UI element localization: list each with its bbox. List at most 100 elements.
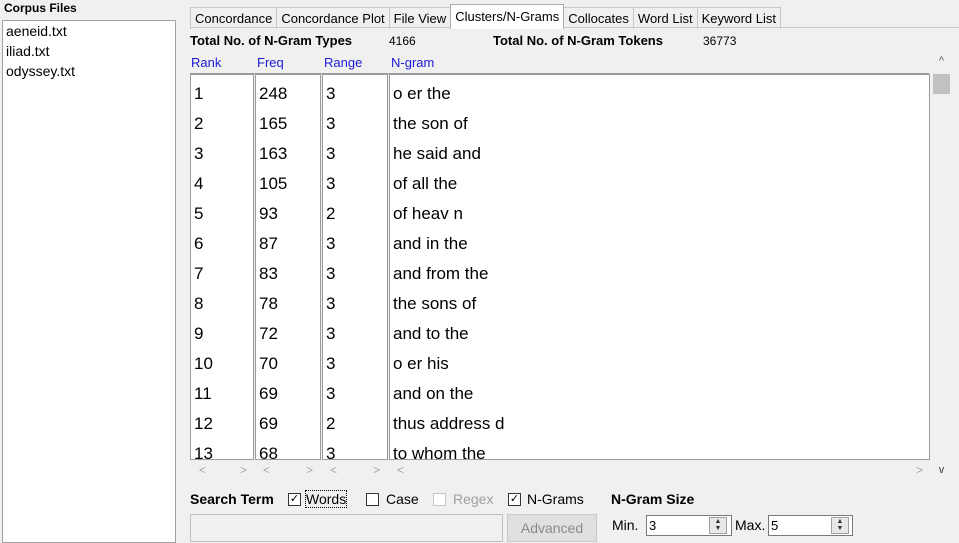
rank-cell[interactable]: 11: [191, 379, 253, 409]
freq-cell[interactable]: 72: [256, 319, 320, 349]
freq-cell[interactable]: 69: [256, 409, 320, 439]
range-cell[interactable]: 3: [323, 139, 387, 169]
tab-keyword-list[interactable]: Keyword List: [696, 7, 781, 29]
rank-cell[interactable]: 9: [191, 319, 253, 349]
ngram-max-spinner[interactable]: ▲ ▼: [831, 517, 849, 534]
ngram-cell[interactable]: and from the: [390, 259, 929, 289]
range-column[interactable]: 3333233333323: [322, 74, 388, 460]
ngram-cell[interactable]: and on the: [390, 379, 929, 409]
range-cell[interactable]: 2: [323, 199, 387, 229]
ngram-cell[interactable]: o er the: [390, 79, 929, 109]
rank-cell[interactable]: 12: [191, 409, 253, 439]
rank-cell[interactable]: 7: [191, 259, 253, 289]
ngram-cell[interactable]: the sons of: [390, 289, 929, 319]
range-cell[interactable]: 2: [323, 409, 387, 439]
freq-cell[interactable]: 78: [256, 289, 320, 319]
range-cell[interactable]: 3: [323, 289, 387, 319]
freq-cell[interactable]: 165: [256, 109, 320, 139]
freq-cell[interactable]: 83: [256, 259, 320, 289]
corpus-file-item[interactable]: aeneid.txt: [3, 21, 175, 41]
spin-up-icon[interactable]: ▲: [710, 518, 726, 525]
rank-scroll-right-icon[interactable]: >: [240, 463, 247, 477]
words-label[interactable]: Words: [304, 490, 348, 508]
ngram-cell[interactable]: he said and: [390, 139, 929, 169]
freq-cell[interactable]: 87: [256, 229, 320, 259]
tab-file-view[interactable]: File View: [388, 7, 452, 29]
range-cell[interactable]: 3: [323, 229, 387, 259]
case-checkbox[interactable]: [366, 493, 379, 506]
tab-word-list[interactable]: Word List: [632, 7, 698, 29]
freq-column[interactable]: 248 165 163 105 93 87 83 78 72 70 69 69 68: [255, 74, 321, 460]
ngram-cell[interactable]: of all the: [390, 169, 929, 199]
regex-checkbox[interactable]: [433, 493, 446, 506]
spin-down-icon[interactable]: ▼: [710, 525, 726, 532]
column-header-ngram[interactable]: N-gram: [391, 55, 434, 70]
range-scroll-left-icon[interactable]: <: [330, 463, 337, 477]
vertical-scrollbar[interactable]: [931, 54, 951, 461]
ngram-column[interactable]: o er the the son of he said and of all the o…: [389, 74, 930, 460]
rank-cell[interactable]: 3: [191, 139, 253, 169]
column-header-freq[interactable]: Freq: [257, 55, 284, 70]
ngram-cell[interactable]: thus address d: [390, 409, 929, 439]
rank-cell[interactable]: 6: [191, 229, 253, 259]
rank-cell[interactable]: 1: [191, 79, 253, 109]
rank-cell[interactable]: 2: [191, 109, 253, 139]
case-label[interactable]: Case: [386, 491, 419, 507]
range-cell[interactable]: 3: [323, 349, 387, 379]
ngram-scroll-right-icon[interactable]: >: [916, 463, 923, 477]
freq-scroll-left-icon[interactable]: <: [263, 463, 270, 477]
search-term-input[interactable]: [190, 514, 503, 542]
ngram-scroll-left-icon[interactable]: <: [397, 463, 404, 477]
column-header-range[interactable]: Range: [324, 55, 362, 70]
ngram-cell[interactable]: the son of: [390, 109, 929, 139]
column-header-rank[interactable]: Rank: [191, 55, 221, 70]
freq-cell[interactable]: 248: [256, 79, 320, 109]
advanced-button[interactable]: Advanced: [507, 514, 597, 542]
ngram-cell[interactable]: and to the: [390, 319, 929, 349]
range-cell[interactable]: 3: [323, 259, 387, 289]
check-icon: ✓: [509, 493, 520, 505]
scroll-down-icon[interactable]: v: [933, 464, 950, 476]
range-cell[interactable]: 3: [323, 379, 387, 409]
ngram-cell[interactable]: of heav n: [390, 199, 929, 229]
freq-cell[interactable]: 68: [256, 439, 320, 459]
corpus-file-item[interactable]: odyssey.txt: [3, 61, 175, 81]
words-checkbox[interactable]: ✓: [288, 493, 301, 506]
rank-column[interactable]: 1 2 3 4 5 6 7 8 9 10 11 12 13: [190, 74, 254, 460]
ngram-cell[interactable]: and in the: [390, 229, 929, 259]
rank-cell[interactable]: 4: [191, 169, 253, 199]
rank-cell[interactable]: 5: [191, 199, 253, 229]
freq-scroll-right-icon[interactable]: >: [306, 463, 313, 477]
ngrams-label[interactable]: N-Grams: [527, 491, 584, 507]
rank-cell[interactable]: 8: [191, 289, 253, 319]
freq-cell[interactable]: 105: [256, 169, 320, 199]
spin-up-icon[interactable]: ▲: [832, 518, 848, 525]
ngram-tokens-value: 36773: [703, 34, 737, 48]
ngram-cell[interactable]: to whom the: [390, 439, 929, 459]
ngrams-checkbox[interactable]: ✓: [508, 493, 521, 506]
freq-cell[interactable]: 70: [256, 349, 320, 379]
corpus-file-list[interactable]: aeneid.txt iliad.txt odyssey.txt: [2, 20, 176, 543]
rank-cell[interactable]: 10: [191, 349, 253, 379]
range-cell[interactable]: 3: [323, 79, 387, 109]
rank-scroll-left-icon[interactable]: <: [199, 463, 206, 477]
tab-concordance-plot[interactable]: Concordance Plot: [276, 7, 390, 29]
ngram-cell[interactable]: o er his: [390, 349, 929, 379]
tab-clusters-n-grams[interactable]: Clusters/N-Grams: [450, 4, 565, 29]
freq-cell[interactable]: 163: [256, 139, 320, 169]
range-cell[interactable]: 3: [323, 319, 387, 349]
freq-cell[interactable]: 93: [256, 199, 320, 229]
scroll-up-icon[interactable]: ^: [933, 55, 950, 67]
spin-down-icon[interactable]: ▼: [832, 525, 848, 532]
corpus-file-item[interactable]: iliad.txt: [3, 41, 175, 61]
range-cell[interactable]: 3: [323, 439, 387, 459]
rank-cell[interactable]: 13: [191, 439, 253, 459]
range-scroll-right-icon[interactable]: >: [373, 463, 380, 477]
range-cell[interactable]: 3: [323, 109, 387, 139]
vertical-scroll-thumb[interactable]: [933, 74, 950, 94]
ngram-min-spinner[interactable]: ▲ ▼: [709, 517, 727, 534]
tab-concordance[interactable]: Concordance: [190, 7, 278, 29]
freq-cell[interactable]: 69: [256, 379, 320, 409]
tab-collocates[interactable]: Collocates: [563, 7, 634, 29]
range-cell[interactable]: 3: [323, 169, 387, 199]
